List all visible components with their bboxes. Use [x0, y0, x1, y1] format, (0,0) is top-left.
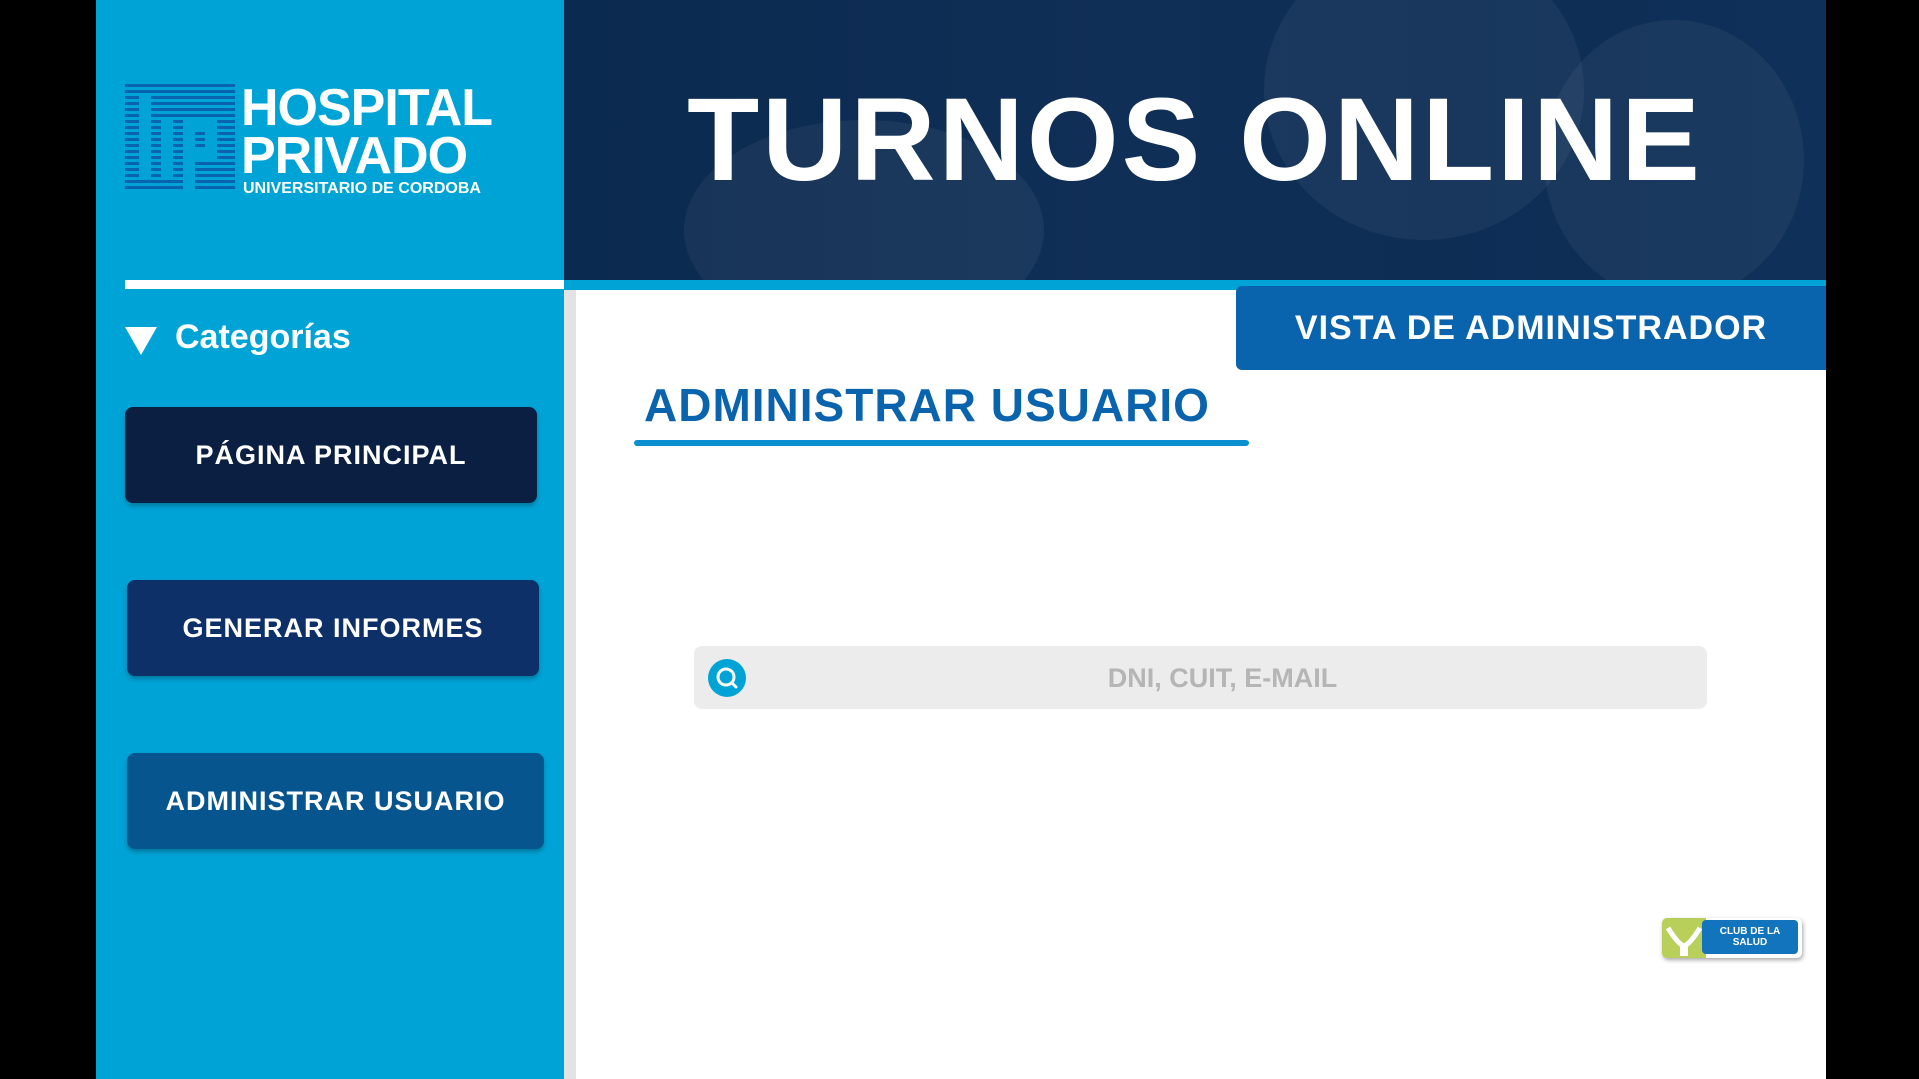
sidebar-divider: [125, 280, 564, 289]
club-logo-emblem-icon: [1662, 918, 1706, 958]
header-banner: TURNOS ONLINE: [564, 0, 1826, 280]
hp-monogram-icon: [125, 84, 235, 194]
search-icon[interactable]: [708, 659, 746, 697]
admin-view-badge: VISTA DE ADMINISTRADOR: [1236, 286, 1826, 370]
hospital-logo[interactable]: HOSPITAL PRIVADO UNIVERSITARIO DE CORDOB…: [125, 80, 525, 197]
triangle-down-icon: [125, 326, 157, 355]
search-input[interactable]: [754, 646, 1691, 711]
club-logo-text: CLUB DE LA SALUD: [1702, 920, 1798, 954]
categories-label: Categorías: [175, 318, 351, 356]
logo-text-subtitle: UNIVERSITARIO DE CORDOBA: [243, 180, 481, 197]
club-de-la-salud-logo[interactable]: CLUB DE LA SALUD: [1662, 918, 1802, 958]
search-bar: [694, 646, 1707, 711]
content-edge: [564, 290, 576, 1079]
page-title: ADMINISTRAR USUARIO: [644, 379, 1210, 431]
manage-user-button[interactable]: ADMINISTRAR USUARIO: [127, 753, 544, 849]
logo-text-privado: PRIVADO: [241, 127, 468, 185]
categories-header[interactable]: Categorías: [125, 315, 351, 360]
page-title-underline: [634, 440, 1249, 446]
home-page-button[interactable]: PÁGINA PRINCIPAL: [125, 407, 537, 503]
generate-reports-button[interactable]: GENERAR INFORMES: [127, 580, 539, 676]
app-window: HOSPITAL PRIVADO UNIVERSITARIO DE CORDOB…: [96, 0, 1826, 1079]
sidebar: HOSPITAL PRIVADO UNIVERSITARIO DE CORDOB…: [96, 0, 564, 1079]
page-header-title: TURNOS ONLINE: [687, 74, 1703, 206]
